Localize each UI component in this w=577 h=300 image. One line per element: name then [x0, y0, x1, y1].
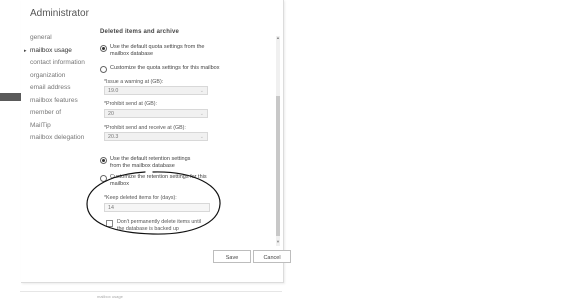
dont-delete-label: Don't permanently delete items until the…: [117, 219, 202, 232]
bottom-divider: [20, 291, 282, 292]
chevron-down-icon: ⌄: [199, 88, 204, 94]
nav-item-label: organization: [30, 71, 66, 79]
dialog-title: Administrator: [30, 8, 89, 19]
mailbox-usage-panel: Deleted items and archive Use the defaul…: [94, 28, 278, 240]
scrollbar-thumb[interactable]: [276, 96, 280, 236]
prohibit-send-value: 20: [108, 111, 114, 117]
keep-deleted-label: *Keep deleted items for (days):: [104, 195, 177, 201]
nav-item-label: MailTip: [30, 121, 51, 129]
prohibit-send-receive-field[interactable]: 20.3 ⌄: [104, 132, 208, 141]
prohibit-send-label: *Prohibit send at (GB):: [104, 101, 157, 107]
retention-custom-radio[interactable]: [100, 174, 107, 182]
quota-custom-radio-row[interactable]: Customize the quota settings for this ma…: [100, 65, 230, 73]
quota-default-radio-row[interactable]: Use the default quota settings from the …: [100, 44, 210, 58]
chevron-down-icon: ⌄: [199, 134, 204, 140]
cancel-button[interactable]: Cancel: [253, 250, 291, 263]
dont-delete-checkbox[interactable]: [106, 219, 113, 227]
issue-warning-field[interactable]: 19.0 ⌄: [104, 86, 208, 95]
background-window-strip: [0, 93, 22, 101]
section-heading-clipped: Deleted items and archive: [100, 29, 180, 35]
keep-deleted-field[interactable]: 14: [104, 203, 210, 212]
mailbox-properties-dialog: Administrator general ▸ mailbox usage con…: [21, 0, 291, 283]
nav-item-label: mailbox features: [30, 96, 78, 104]
retention-default-radio[interactable]: [100, 156, 107, 164]
quota-default-radio[interactable]: [100, 44, 107, 52]
nav-item-label: mailbox delegation: [30, 134, 85, 141]
nav-item-label: general: [30, 34, 52, 41]
issue-warning-label: *Issue a warning at (GB):: [104, 79, 164, 85]
dont-delete-checkbox-row[interactable]: Don't permanently delete items until the…: [106, 219, 202, 232]
save-button[interactable]: Save: [213, 250, 251, 263]
issue-warning-value: 19.0: [108, 88, 119, 94]
retention-default-radio-row[interactable]: Use the default retention settings from …: [100, 156, 200, 170]
quota-custom-radio[interactable]: [100, 65, 107, 73]
nav-item-label: email address: [30, 84, 71, 91]
prohibit-send-field[interactable]: 20 ⌄: [104, 109, 208, 118]
prohibit-send-receive-label: *Prohibit send and receive at (GB):: [104, 125, 186, 131]
keep-deleted-value: 14: [108, 205, 114, 211]
retention-custom-label: Customize the retention settings for thi…: [110, 174, 207, 187]
nav-item-label: contact information: [30, 59, 85, 66]
chevron-down-icon: ⌄: [199, 111, 204, 117]
quota-default-label: Use the default quota settings from the …: [110, 44, 205, 57]
prohibit-send-receive-value: 20.3: [108, 134, 119, 140]
retention-default-label: Use the default retention settings from …: [110, 156, 191, 169]
arrow-up-icon[interactable]: ▲: [276, 36, 280, 40]
footer-clipped-text: mailbox usage: [97, 294, 123, 299]
arrow-down-icon[interactable]: ▼: [276, 240, 280, 244]
retention-custom-radio-row[interactable]: Customize the retention settings for thi…: [100, 174, 212, 188]
quota-custom-label: Customize the quota settings for this ma…: [110, 65, 220, 71]
nav-item-label: mailbox usage: [30, 46, 72, 54]
nav-item-label: member of: [30, 109, 62, 116]
